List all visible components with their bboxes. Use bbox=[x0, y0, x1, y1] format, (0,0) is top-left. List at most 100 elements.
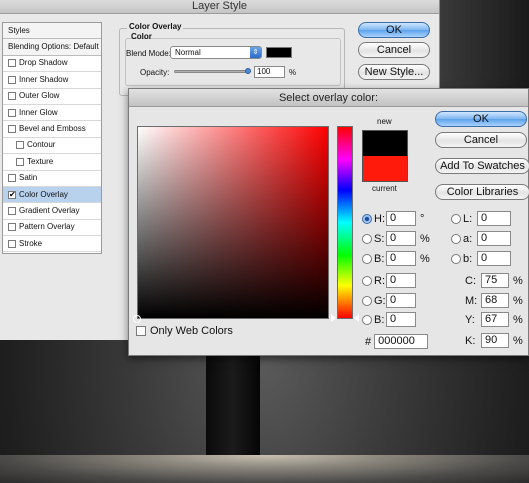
style-item-texture[interactable]: Texture bbox=[3, 154, 101, 171]
opacity-input[interactable]: 100 bbox=[254, 66, 285, 78]
style-item-satin[interactable]: Satin bbox=[3, 171, 101, 187]
styles-list: Styles Blending Options: Default Drop Sh… bbox=[2, 22, 102, 254]
brightness-unit: % bbox=[420, 252, 430, 265]
layer-style-ok-button[interactable]: OK bbox=[358, 22, 430, 38]
style-item-contour[interactable]: Contour bbox=[3, 138, 101, 155]
blue-radio[interactable] bbox=[362, 314, 372, 325]
contour-checkbox[interactable] bbox=[16, 141, 24, 150]
opacity-label: Opacity: bbox=[140, 68, 170, 77]
lab-b-input[interactable]: 0 bbox=[477, 251, 511, 266]
yellow-row: Y: 67 % bbox=[465, 312, 523, 327]
only-web-colors-checkbox[interactable] bbox=[136, 326, 146, 336]
picker-cancel-button[interactable]: Cancel bbox=[435, 132, 527, 148]
style-item-pattern-overlay[interactable]: Pattern Overlay bbox=[3, 220, 101, 237]
style-item-outer-glow[interactable]: Outer Glow bbox=[3, 89, 101, 105]
style-item-inner-shadow[interactable]: Inner Shadow bbox=[3, 72, 101, 89]
only-web-colors-label: Only Web Colors bbox=[150, 325, 233, 337]
pattern-overlay-checkbox[interactable] bbox=[8, 223, 16, 232]
color-picker-title: Select overlay color: bbox=[129, 89, 528, 107]
magenta-input[interactable]: 68 bbox=[481, 293, 509, 308]
black-input[interactable]: 90 bbox=[481, 333, 509, 348]
style-item-label: Stroke bbox=[19, 238, 43, 248]
brightness-label: B: bbox=[374, 252, 385, 265]
style-item-label: Color Overlay bbox=[19, 189, 68, 199]
hex-input[interactable]: 000000 bbox=[374, 334, 429, 349]
style-item-label: Gradient Overlay bbox=[19, 206, 80, 215]
hue-slider[interactable] bbox=[337, 126, 353, 319]
blue-input[interactable]: 0 bbox=[386, 312, 416, 327]
select-arrows-icon: ⇕ bbox=[250, 47, 261, 58]
color-field-marker[interactable] bbox=[133, 315, 141, 323]
lab-a-input[interactable]: 0 bbox=[477, 231, 511, 246]
lab-l-input[interactable]: 0 bbox=[477, 211, 511, 226]
hue-input[interactable]: 0 bbox=[386, 211, 416, 226]
color-overlay-checkbox[interactable]: ✔ bbox=[8, 190, 16, 199]
current-color-swatch[interactable] bbox=[362, 156, 408, 182]
hue-unit: ° bbox=[420, 212, 425, 225]
brightness-radio[interactable] bbox=[362, 253, 372, 264]
color-libraries-button[interactable]: Color Libraries bbox=[435, 184, 529, 200]
cyan-input[interactable]: 75 bbox=[481, 273, 509, 288]
new-color-swatch bbox=[362, 130, 408, 156]
outer-glow-checkbox[interactable] bbox=[8, 92, 16, 101]
style-item-label: Inner Glow bbox=[19, 107, 58, 117]
picker-ok-button[interactable]: OK bbox=[435, 111, 527, 127]
styles-header[interactable]: Styles bbox=[3, 23, 101, 40]
style-item-stroke[interactable]: Stroke bbox=[3, 236, 101, 253]
hue-row: H: 0 ° bbox=[362, 211, 424, 226]
saturation-unit: % bbox=[420, 232, 430, 245]
red-radio[interactable] bbox=[362, 275, 372, 286]
new-style-button[interactable]: New Style... bbox=[358, 64, 430, 80]
canvas-floor bbox=[0, 455, 529, 483]
style-item-inner-glow[interactable]: Inner Glow bbox=[3, 105, 101, 122]
drop-shadow-checkbox[interactable] bbox=[8, 59, 16, 68]
lab-b-radio[interactable] bbox=[451, 253, 461, 264]
hue-slider-right-arrow[interactable] bbox=[354, 314, 359, 322]
magenta-unit: % bbox=[513, 294, 523, 307]
style-item-drop-shadow[interactable]: Drop Shadow bbox=[3, 56, 101, 73]
new-color-label: new bbox=[377, 117, 392, 126]
gradient-overlay-checkbox[interactable] bbox=[8, 206, 16, 215]
layer-style-cancel-button[interactable]: Cancel bbox=[358, 42, 430, 58]
yellow-input[interactable]: 67 bbox=[481, 312, 509, 327]
opacity-slider[interactable] bbox=[174, 70, 250, 73]
lab-l-radio[interactable] bbox=[451, 213, 461, 224]
yellow-unit: % bbox=[513, 313, 523, 326]
texture-checkbox[interactable] bbox=[16, 157, 24, 166]
hue-radio[interactable] bbox=[362, 213, 372, 224]
lab-a-radio[interactable] bbox=[451, 233, 461, 244]
yellow-label: Y: bbox=[465, 313, 475, 326]
lab-l-label: L: bbox=[463, 212, 473, 225]
only-web-colors-option[interactable]: Only Web Colors bbox=[136, 325, 233, 337]
saturation-row: S: 0 % bbox=[362, 231, 430, 246]
bevel-emboss-checkbox[interactable] bbox=[8, 125, 16, 134]
stroke-checkbox[interactable] bbox=[8, 239, 16, 248]
saturation-label: S: bbox=[374, 232, 385, 245]
add-to-swatches-button[interactable]: Add To Swatches bbox=[435, 158, 529, 174]
style-item-bevel-emboss[interactable]: Bevel and Emboss bbox=[3, 121, 101, 138]
brightness-input[interactable]: 0 bbox=[386, 251, 416, 266]
blend-mode-select[interactable]: Normal ⇕ bbox=[170, 46, 262, 59]
green-radio[interactable] bbox=[362, 295, 372, 306]
green-input[interactable]: 0 bbox=[386, 293, 416, 308]
saturation-brightness-field[interactable] bbox=[137, 126, 329, 319]
style-item-gradient-overlay[interactable]: Gradient Overlay bbox=[3, 203, 101, 220]
inner-shadow-checkbox[interactable] bbox=[8, 75, 16, 84]
lab-b-row: b: 0 bbox=[451, 251, 511, 266]
style-item-color-overlay[interactable]: ✔ Color Overlay bbox=[3, 186, 101, 204]
hue-label: H: bbox=[374, 212, 385, 225]
green-label: G: bbox=[374, 294, 386, 307]
hue-slider-left-arrow[interactable] bbox=[331, 314, 336, 322]
blue-label: B: bbox=[374, 313, 385, 326]
opacity-slider-knob[interactable] bbox=[245, 68, 251, 74]
satin-checkbox[interactable] bbox=[8, 174, 16, 183]
blending-options-item[interactable]: Blending Options: Default bbox=[3, 39, 101, 56]
lab-a-label: a: bbox=[463, 232, 473, 245]
saturation-input[interactable]: 0 bbox=[386, 231, 416, 246]
color-overlay-title: Color Overlay bbox=[127, 22, 184, 31]
overlay-color-swatch[interactable] bbox=[266, 47, 292, 58]
inner-glow-checkbox[interactable] bbox=[8, 108, 16, 117]
saturation-radio[interactable] bbox=[362, 233, 372, 244]
red-input[interactable]: 0 bbox=[386, 273, 416, 288]
magenta-row: M: 68 % bbox=[465, 293, 523, 308]
